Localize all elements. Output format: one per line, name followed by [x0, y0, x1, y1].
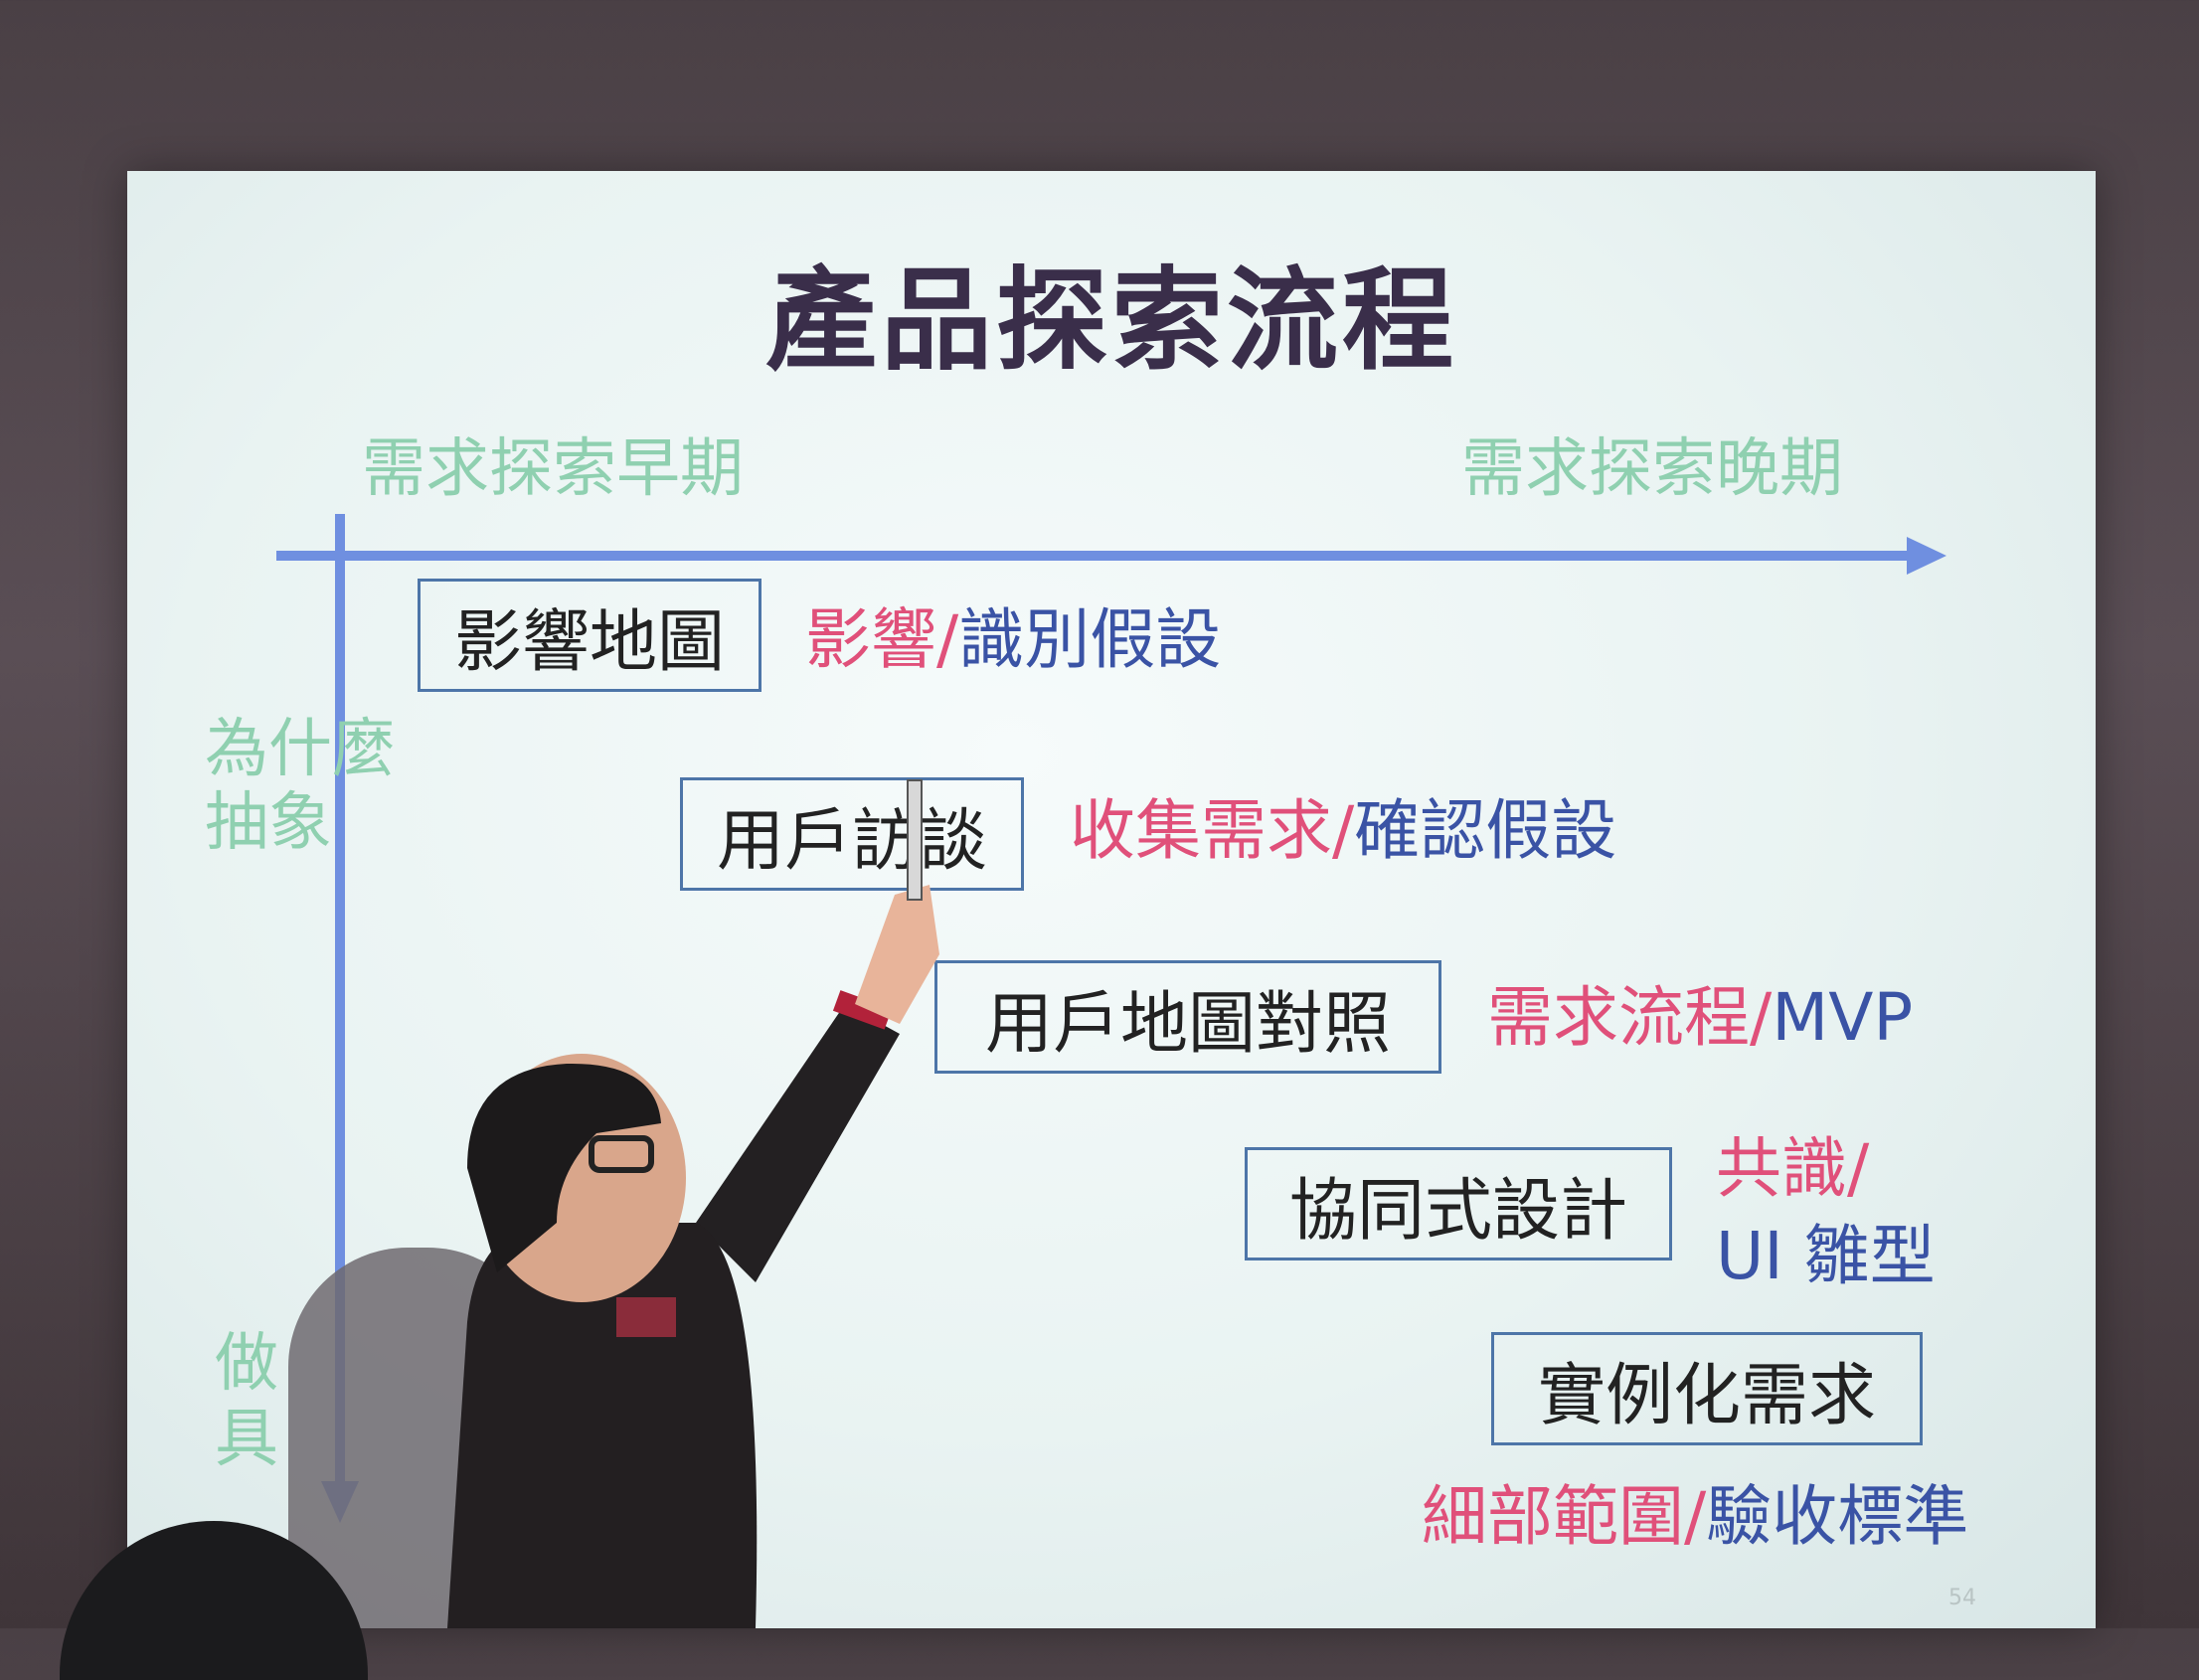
step-desc-2-blue: 確認假設 — [1354, 792, 1617, 869]
step-desc-5-sep: / — [1684, 1478, 1707, 1555]
step-box-user-interview: 用戶訪談 — [680, 777, 1024, 891]
slide-number: 54 — [1948, 1586, 1976, 1610]
step-desc-1-sep: / — [936, 601, 959, 678]
step-box-co-design: 協同式設計 — [1245, 1147, 1672, 1260]
step-box-user-story-map: 用戶地圖對照 — [934, 960, 1441, 1074]
step-desc-2-sep: / — [1332, 792, 1355, 869]
axis-label-concrete: 具 — [215, 1403, 278, 1476]
step-desc-1-pink: 影響 — [805, 601, 936, 678]
step-desc-1: 影響/識別假設 — [805, 587, 1221, 682]
axis-label-abstract: 抽象 — [205, 786, 332, 860]
slide-title: 產品探索流程 — [765, 256, 1457, 386]
step-box-impact-map: 影響地圖 — [418, 579, 761, 692]
axis-label-late: 需求探索晚期 — [1461, 432, 1843, 506]
step-desc-5: 細部範圍/驗收標準 — [1422, 1463, 1968, 1559]
step-desc-3-blue: MVP — [1772, 979, 1914, 1056]
step-box-specification-by-example: 實例化需求 — [1491, 1332, 1923, 1445]
step-desc-3-pink: 需求流程 — [1487, 979, 1750, 1056]
step-desc-2-pink: 收集需求 — [1070, 792, 1332, 869]
step-desc-5-blue: 驗收標準 — [1706, 1478, 1969, 1555]
step-desc-4-blue: UI 雛型 — [1716, 1218, 1936, 1294]
step-desc-3-sep: / — [1750, 979, 1773, 1056]
step-desc-4-pink: 共識/ — [1716, 1130, 1870, 1207]
axis-label-early: 需求探索早期 — [362, 432, 744, 506]
step-desc-1-blue: 識別假設 — [958, 601, 1222, 678]
step-desc-3: 需求流程/MVP — [1487, 964, 1913, 1060]
step-desc-5-pink: 細部範圍 — [1422, 1478, 1684, 1555]
step-desc-2: 收集需求/確認假設 — [1070, 777, 1616, 873]
horizontal-arrowhead — [1907, 537, 1946, 575]
